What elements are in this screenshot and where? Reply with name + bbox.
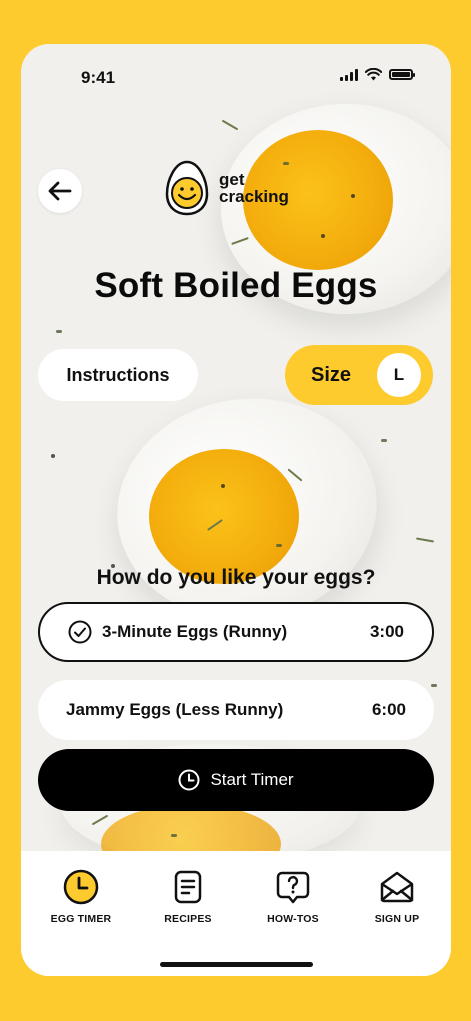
clock-icon xyxy=(178,769,200,791)
bottom-tab-bar: EGG TIMER RECIPES HOW-TOS SIGN UP xyxy=(21,851,451,976)
tab-label: HOW-TOS xyxy=(267,913,319,925)
doneness-question: How do you like your eggs? xyxy=(96,566,376,589)
logo-line-2: cracking xyxy=(219,187,289,206)
wifi-icon xyxy=(365,68,382,81)
status-bar: 9:41 xyxy=(21,44,451,108)
option-3-minute-eggs[interactable]: 3-Minute Eggs (Runny) 3:00 xyxy=(38,602,434,662)
page-title: Soft Boiled Eggs xyxy=(94,266,378,305)
cellular-signal-icon xyxy=(340,68,358,81)
option-label: 3-Minute Eggs (Runny) xyxy=(102,622,288,641)
option-label: Jammy Eggs (Less Runny) xyxy=(66,700,284,719)
instructions-button[interactable]: Instructions xyxy=(38,349,198,401)
tab-how-tos[interactable]: HOW-TOS xyxy=(248,869,338,925)
option-jammy-eggs[interactable]: Jammy Eggs (Less Runny) 6:00 xyxy=(38,680,434,740)
tab-label: EGG TIMER xyxy=(50,913,112,925)
help-icon xyxy=(275,869,311,905)
tab-label: SIGN UP xyxy=(374,913,420,925)
battery-icon xyxy=(389,69,415,80)
back-button[interactable] xyxy=(38,169,82,213)
status-icons xyxy=(340,68,415,81)
start-timer-label: Start Timer xyxy=(210,770,294,789)
start-timer-button[interactable]: Start Timer xyxy=(38,749,434,811)
arrow-left-icon xyxy=(48,181,72,201)
tab-sign-up[interactable]: SIGN UP xyxy=(352,869,442,925)
logo-line-1: get xyxy=(219,170,245,189)
logo-wordmark: get cracking xyxy=(219,171,289,205)
status-time: 9:41 xyxy=(81,68,116,87)
home-indicator[interactable] xyxy=(160,962,313,967)
app-screen: 9:41 get cracking Soft Boiled Eggs Instr… xyxy=(21,44,451,976)
size-value-badge: L xyxy=(377,353,421,397)
app-logo: get cracking xyxy=(165,160,289,216)
clock-icon xyxy=(63,869,99,905)
size-label: Size xyxy=(311,363,352,386)
tab-recipes[interactable]: RECIPES xyxy=(143,869,233,925)
recipe-icon xyxy=(170,869,206,905)
tab-label: RECIPES xyxy=(164,913,212,925)
tab-egg-timer[interactable]: EGG TIMER xyxy=(36,869,126,925)
mail-icon xyxy=(379,869,415,905)
size-selector-button[interactable]: Size L xyxy=(285,345,433,405)
option-time: 6:00 xyxy=(371,700,406,719)
check-circle-icon xyxy=(68,620,92,644)
smiling-egg-icon xyxy=(165,160,209,216)
option-time: 3:00 xyxy=(369,622,404,641)
